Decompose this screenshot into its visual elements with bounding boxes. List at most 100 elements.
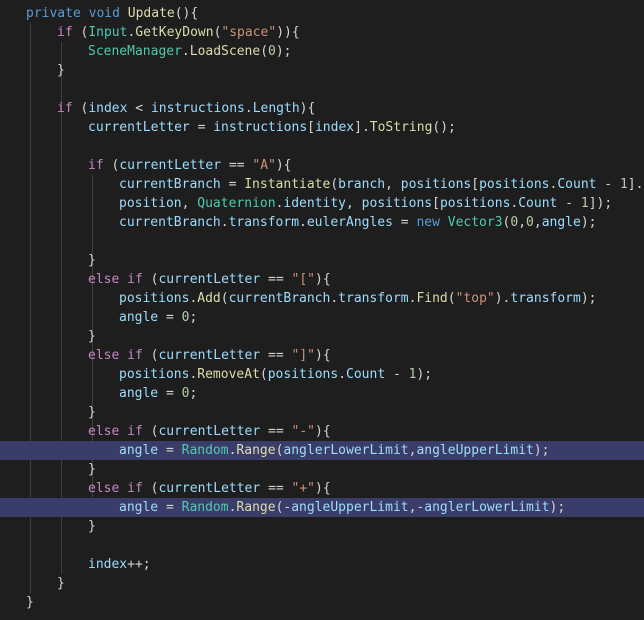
code-token: void <box>88 6 120 21</box>
code-editor[interactable]: private void Update(){if (Input.GetKeyDo… <box>0 0 644 620</box>
code-token: Vector3 <box>447 215 503 230</box>
code-token: Random <box>181 443 229 458</box>
code-line[interactable]: else if (currentLetter == "["){ <box>0 270 644 289</box>
code-line[interactable]: positions.RemoveAt(positions.Count - 1); <box>0 365 644 384</box>
code-line[interactable]: } <box>0 517 644 536</box>
code-token: new <box>416 215 440 230</box>
code-token: currentLetter <box>158 481 261 496</box>
code-token: if <box>127 348 143 363</box>
code-text: SceneManager.LoadScene(0); <box>88 42 292 61</box>
code-line[interactable]: } <box>0 593 644 612</box>
code-line[interactable]: } <box>0 403 644 422</box>
code-line[interactable]: currentBranch = Instantiate(branch, posi… <box>0 175 644 194</box>
code-token: } <box>57 63 65 78</box>
code-text: else if (currentLetter == "-"){ <box>88 422 331 441</box>
code-text: } <box>88 460 96 479</box>
code-token: = <box>158 310 182 325</box>
code-token: instructions <box>213 120 308 135</box>
code-token: index <box>314 120 355 135</box>
code-text: private void Update(){ <box>26 4 198 23</box>
code-line[interactable]: else if (currentLetter == "]"){ <box>0 346 644 365</box>
code-token: = <box>158 443 182 458</box>
code-text: positions.RemoveAt(positions.Count - 1); <box>119 365 432 384</box>
code-token: == <box>260 348 292 363</box>
code-token: currentLetter <box>158 348 261 363</box>
code-line-highlighted[interactable]: angle = Random.Range(anglerLowerLimit,an… <box>0 441 644 460</box>
code-line[interactable]: angle = 0; <box>0 384 644 403</box>
code-line[interactable]: } <box>0 574 644 593</box>
code-token: private <box>26 6 81 21</box>
code-token: currentBranch <box>228 291 331 306</box>
code-token: ); <box>533 443 550 458</box>
code-line[interactable]: else if (currentLetter == "+"){ <box>0 479 644 498</box>
code-line[interactable]: } <box>0 327 644 346</box>
code-line[interactable]: } <box>0 61 644 80</box>
code-line[interactable]: positions.Add(currentBranch.transform.Fi… <box>0 289 644 308</box>
code-token: ( <box>447 291 456 306</box>
code-line[interactable]: currentLetter = instructions[index].ToSt… <box>0 118 644 137</box>
code-line[interactable]: angle = 0; <box>0 308 644 327</box>
code-token: else <box>88 424 120 439</box>
code-line[interactable]: if (index < instructions.Length){ <box>0 99 644 118</box>
code-token: } <box>88 519 96 534</box>
code-token: [ <box>307 120 315 135</box>
code-line[interactable]: if (currentLetter == "A"){ <box>0 156 644 175</box>
code-line[interactable] <box>0 536 644 555</box>
code-line[interactable]: private void Update(){ <box>0 4 644 23</box>
code-token: positions <box>267 367 339 382</box>
code-line[interactable]: } <box>0 251 644 270</box>
code-token: positions <box>361 196 433 211</box>
code-token: (); <box>432 120 456 135</box>
code-token: ){ <box>315 424 331 439</box>
code-token: . <box>220 215 229 230</box>
code-token: RemoveAt <box>197 367 260 382</box>
code-token: ,- <box>408 500 425 515</box>
code-token: ( <box>72 25 89 40</box>
code-token: currentLetter <box>119 158 222 173</box>
code-token: ); <box>549 500 566 515</box>
code-text: angle = 0; <box>119 308 197 327</box>
code-token: "]" <box>291 348 315 363</box>
code-line[interactable]: SceneManager.LoadScene(0); <box>0 42 644 61</box>
code-token: , <box>181 196 198 211</box>
code-token: { <box>291 25 300 40</box>
code-token: currentLetter <box>88 120 190 135</box>
code-token: instructions <box>150 101 245 116</box>
code-line[interactable]: index++; <box>0 555 644 574</box>
code-token: - <box>596 177 620 192</box>
code-line[interactable]: if (Input.GetKeyDown("space")){ <box>0 23 644 42</box>
code-line[interactable] <box>0 80 644 99</box>
code-token: branch <box>338 177 386 192</box>
code-token: else <box>88 481 120 496</box>
code-token: identity <box>283 196 347 211</box>
code-token: ( <box>330 177 339 192</box>
code-text: } <box>88 251 96 270</box>
code-token: Input <box>88 25 128 40</box>
code-token: = <box>220 177 245 192</box>
code-line[interactable]: position, Quaternion.identity, positions… <box>0 194 644 213</box>
code-line[interactable]: } <box>0 460 644 479</box>
code-token: "-" <box>291 424 315 439</box>
code-token: ToString <box>369 120 433 135</box>
code-token: . <box>181 44 190 59</box>
code-token: ]. <box>627 177 644 192</box>
code-token: [ <box>471 177 480 192</box>
code-token: } <box>57 576 65 591</box>
code-token: "[" <box>291 272 315 287</box>
code-line[interactable]: else if (currentLetter == "-"){ <box>0 422 644 441</box>
code-text: else if (currentLetter == "["){ <box>88 270 331 289</box>
code-line[interactable]: currentBranch.transform.eulerAngles = ne… <box>0 213 644 232</box>
code-text: if (index < instructions.Length){ <box>57 99 315 118</box>
code-token: currentBranch <box>119 177 221 192</box>
code-line[interactable] <box>0 137 644 156</box>
code-token: Count <box>346 367 386 382</box>
code-token: angle <box>119 310 159 325</box>
code-token: == <box>221 158 253 173</box>
code-line-highlighted[interactable]: angle = Random.Range(-angleUpperLimit,-a… <box>0 498 644 517</box>
code-token: ( <box>142 272 159 287</box>
code-token: ]. <box>354 120 370 135</box>
code-text: currentLetter = instructions[index].ToSt… <box>88 118 456 137</box>
code-token: ; <box>189 386 198 401</box>
code-line[interactable] <box>0 232 644 251</box>
